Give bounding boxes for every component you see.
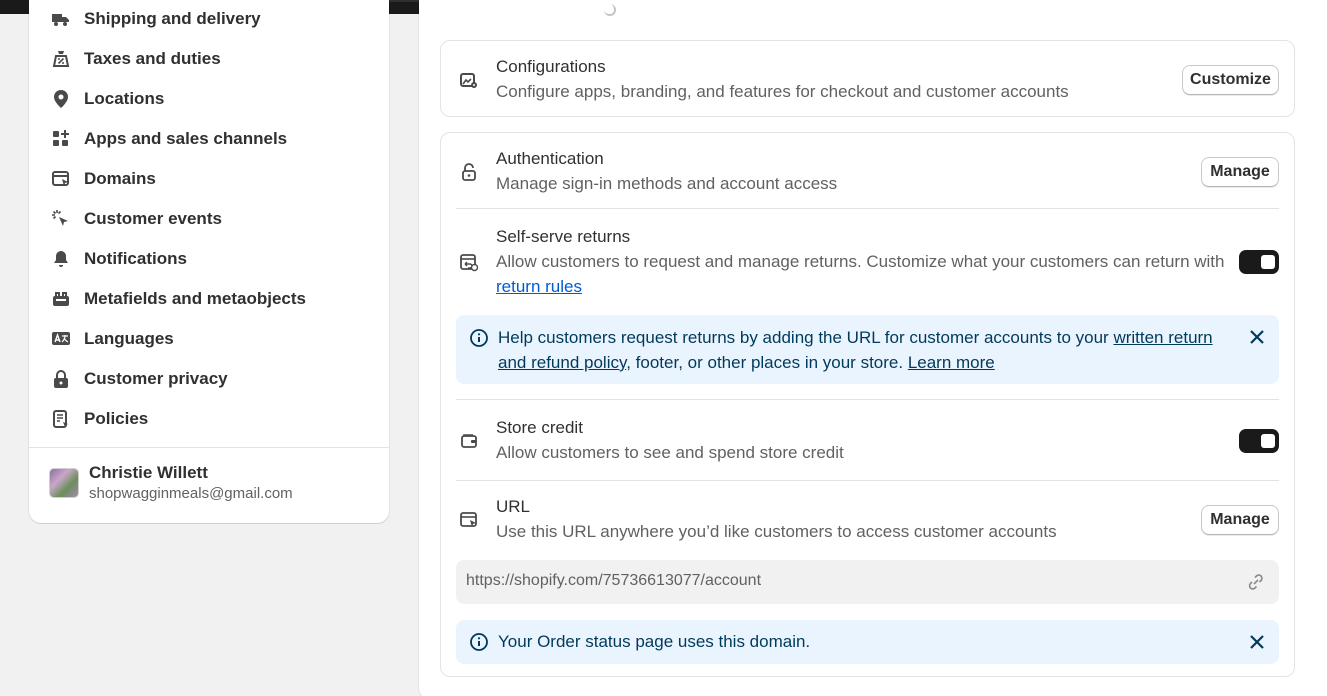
self-serve-returns-title: Self-serve returns (496, 227, 631, 246)
configurations-card: Configurations Configure apps, branding,… (440, 40, 1295, 117)
sidebar-item-label: Domains (84, 169, 156, 188)
returns-icon (458, 251, 480, 273)
sidebar-item-shipping[interactable]: Shipping and delivery (29, 0, 389, 39)
url-manage-button[interactable]: Manage (1201, 505, 1279, 535)
domain-banner-text: Your Order status page uses this domain. (498, 632, 811, 651)
wallet-icon (458, 430, 480, 452)
self-serve-returns-toggle[interactable] (1239, 250, 1279, 274)
user-email: shopwagginmeals@gmail.com (89, 485, 293, 502)
lock-icon (51, 369, 71, 389)
unlock-icon (458, 161, 480, 183)
info-icon (469, 632, 489, 657)
tax-bag-icon (51, 49, 71, 69)
truck-icon (51, 9, 71, 29)
sidebar-item-label: Notifications (84, 249, 187, 268)
store-credit-title: Store credit (496, 418, 583, 437)
location-pin-icon (51, 89, 71, 109)
authentication-title: Authentication (496, 149, 604, 168)
return-rules-link[interactable]: return rules (496, 277, 582, 296)
policies-icon (51, 409, 71, 429)
spinner-icon (604, 4, 616, 16)
self-serve-returns-description-text: Allow customers to request and manage re… (496, 252, 1225, 271)
main-panel: Configurations Configure apps, branding,… (419, 0, 1327, 696)
configurations-description: Configure apps, branding, and features f… (496, 82, 1069, 101)
sidebar-item-languages[interactable]: Languages (29, 319, 389, 359)
returns-banner-middle: , footer, or other places in your store. (626, 353, 908, 372)
url-title: URL (496, 497, 531, 516)
avatar (49, 467, 79, 498)
close-icon[interactable] (1247, 327, 1267, 347)
info-icon (469, 328, 489, 353)
sidebar-item-label: Locations (84, 89, 165, 108)
self-serve-returns-description: Allow customers to request and manage re… (496, 249, 1226, 299)
store-credit-toggle[interactable] (1239, 429, 1279, 453)
domain-info-banner: Your Order status page uses this domain. (456, 620, 1279, 664)
close-icon[interactable] (1247, 632, 1267, 652)
divider (456, 480, 1279, 481)
sidebar-item-label: Metafields and metaobjects (84, 289, 307, 308)
sidebar-item-locations[interactable]: Locations (29, 79, 389, 119)
sidebar-item-label: Shipping and delivery (84, 9, 261, 28)
sidebar-item-label: Apps and sales channels (84, 129, 288, 148)
sidebar-item-label: Customer events (84, 209, 222, 228)
divider (456, 208, 1279, 209)
customize-button[interactable]: Customize (1182, 65, 1279, 95)
metafields-icon (51, 289, 71, 309)
link-icon[interactable] (1246, 572, 1266, 597)
apps-icon (51, 129, 71, 149)
sidebar-item-domains[interactable]: Domains (29, 159, 389, 199)
sidebar-item-notifications[interactable]: Notifications (29, 239, 389, 279)
sidebar-item-policies[interactable]: Policies (29, 399, 389, 439)
toggle-knob (1261, 434, 1275, 448)
sidebar-item-label: Policies (84, 409, 149, 428)
toggle-knob (1261, 255, 1275, 269)
sidebar-item-label: Customer privacy (84, 369, 228, 388)
account-url-field[interactable]: https://shopify.com/75736613077/account (456, 560, 1279, 604)
user-name: Christie Willett (89, 463, 208, 482)
returns-banner-text: Help customers request returns by adding… (498, 325, 1218, 375)
account-url-text: https://shopify.com/75736613077/account (466, 572, 762, 589)
cursor-click-icon (51, 209, 71, 229)
user-profile[interactable]: Christie Willett shopwagginmeals@gmail.c… (49, 463, 293, 502)
authentication-description: Manage sign-in methods and account acces… (496, 174, 838, 193)
url-description: Use this URL anywhere you’d like custome… (496, 522, 1057, 541)
domains-icon (51, 169, 71, 189)
sidebar-item-customer-events[interactable]: Customer events (29, 199, 389, 239)
authentication-manage-button[interactable]: Manage (1201, 157, 1279, 187)
language-icon (51, 329, 71, 349)
customer-accounts-card: Authentication Manage sign-in methods an… (440, 132, 1295, 677)
url-icon (458, 509, 480, 531)
sidebar-item-customer-privacy[interactable]: Customer privacy (29, 359, 389, 399)
settings-sidebar: Shipping and delivery Taxes and duties L… (29, 0, 389, 523)
sidebar-item-taxes[interactable]: Taxes and duties (29, 39, 389, 79)
store-credit-description: Allow customers to see and spend store c… (496, 443, 844, 462)
sidebar-item-apps[interactable]: Apps and sales channels (29, 119, 389, 159)
sidebar-item-label: Taxes and duties (84, 49, 221, 68)
bell-icon (51, 249, 71, 269)
learn-more-link[interactable]: Learn more (908, 353, 995, 372)
sidebar-item-metafields[interactable]: Metafields and metaobjects (29, 279, 389, 319)
sidebar-item-label: Languages (84, 329, 174, 348)
returns-info-banner: Help customers request returns by adding… (456, 315, 1279, 384)
sidebar-divider (29, 447, 389, 448)
divider (456, 399, 1279, 400)
configurations-title: Configurations (496, 57, 606, 76)
returns-banner-prefix: Help customers request returns by adding… (498, 328, 1114, 347)
configure-icon (458, 69, 480, 91)
